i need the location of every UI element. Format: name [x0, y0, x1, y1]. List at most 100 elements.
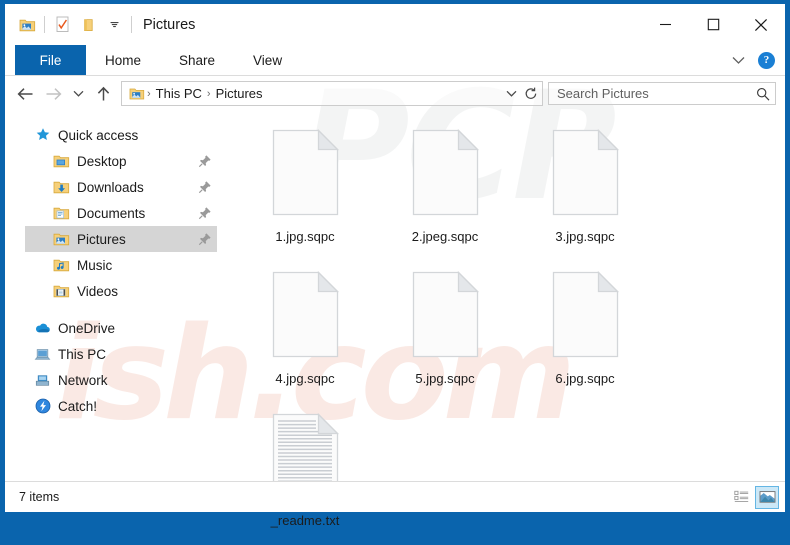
pin-icon[interactable] — [198, 180, 212, 194]
sidebar-item-network[interactable]: Network — [5, 367, 217, 393]
close-button[interactable] — [737, 4, 785, 45]
ribbon-right-controls: ? — [725, 45, 785, 75]
maximize-button[interactable] — [689, 4, 737, 45]
breadcrumb-item-pictures[interactable]: Pictures — [212, 86, 267, 101]
customize-chevron-icon[interactable] — [101, 12, 127, 38]
window-controls — [641, 4, 785, 45]
folder-pictures-icon — [53, 231, 70, 248]
ribbon-tab-bar: File Home Share View ? — [5, 45, 785, 76]
star-icon — [34, 127, 51, 144]
sidebar-item-desktop[interactable]: Desktop — [5, 148, 217, 174]
file-name-label: 2.jpeg.sqpc — [412, 229, 479, 244]
sidebar-item-label: OneDrive — [58, 321, 212, 336]
refresh-icon[interactable] — [521, 83, 540, 104]
tab-view[interactable]: View — [234, 45, 301, 75]
sidebar-item-label: Catch! — [58, 399, 212, 414]
blank-file-icon — [270, 269, 341, 361]
folder-desktop-icon — [53, 153, 70, 170]
blank-file-icon — [550, 269, 621, 361]
file-name-label: 5.jpg.sqpc — [415, 371, 474, 386]
sidebar-item-label: Documents — [77, 206, 194, 221]
tab-share[interactable]: Share — [160, 45, 234, 75]
up-button[interactable] — [89, 80, 117, 108]
tab-file[interactable]: File — [15, 45, 86, 75]
sidebar-item-videos[interactable]: Videos — [5, 278, 217, 304]
details-view-button[interactable] — [729, 486, 753, 509]
qat-separator-2 — [131, 16, 132, 33]
path-dropdown-icon[interactable] — [502, 83, 521, 104]
recent-locations-chevron-icon[interactable] — [67, 80, 89, 108]
blank-file-icon — [550, 127, 621, 219]
file-name-label: 3.jpg.sqpc — [555, 229, 614, 244]
sidebar-item-label: Downloads — [77, 180, 194, 195]
file-name-label: 4.jpg.sqpc — [275, 371, 334, 386]
sidebar-item-label: Music — [77, 258, 212, 273]
file-item[interactable]: _readme.txt — [235, 403, 375, 545]
catch-icon — [34, 398, 51, 415]
folder-music-icon — [53, 257, 70, 274]
file-item[interactable]: 5.jpg.sqpc — [375, 261, 515, 403]
breadcrumb-bar[interactable]: › This PC › Pictures — [121, 81, 543, 106]
sidebar-item-label: Network — [58, 373, 212, 388]
file-name-label: 1.jpg.sqpc — [275, 229, 334, 244]
breadcrumb: › This PC › Pictures — [146, 86, 502, 101]
pin-icon[interactable] — [198, 232, 212, 246]
sidebar-item-onedrive[interactable]: OneDrive — [5, 315, 217, 341]
file-name-label: 6.jpg.sqpc — [555, 371, 614, 386]
sidebar-item-label: This PC — [58, 347, 212, 362]
network-icon — [34, 372, 51, 389]
properties-icon[interactable] — [49, 12, 75, 38]
status-bar: 7 items — [5, 481, 785, 512]
blank-file-icon — [410, 269, 481, 361]
file-item[interactable]: 4.jpg.sqpc — [235, 261, 375, 403]
search-icon[interactable] — [756, 87, 770, 101]
blank-file-icon — [410, 127, 481, 219]
sidebar-item-label: Pictures — [77, 232, 194, 247]
blank-file-icon — [270, 127, 341, 219]
help-icon[interactable]: ? — [758, 52, 775, 69]
large-icons-view-button[interactable] — [755, 486, 779, 509]
sidebar-item-music[interactable]: Music — [5, 252, 217, 278]
nav-group-gap — [5, 304, 217, 315]
onedrive-icon — [34, 320, 51, 337]
file-name-label: _readme.txt — [271, 513, 340, 528]
file-item[interactable]: 6.jpg.sqpc — [515, 261, 655, 403]
sidebar-group-quick-access[interactable]: Quick access — [5, 122, 217, 148]
file-item[interactable]: 1.jpg.sqpc — [235, 119, 375, 261]
folder-videos-icon — [53, 283, 70, 300]
forward-button — [39, 80, 67, 108]
window-title: Pictures — [143, 17, 195, 33]
search-box[interactable] — [548, 82, 776, 105]
navigation-pane: Quick access Desktop Downloads Documents Pic… — [5, 111, 217, 481]
this-pc-icon — [34, 346, 51, 363]
sidebar-item-downloads[interactable]: Downloads — [5, 174, 217, 200]
pictures-folder-icon[interactable] — [14, 12, 40, 38]
title-bar: Pictures — [5, 4, 785, 45]
chevron-down-icon[interactable] — [725, 49, 751, 71]
explorer-body: Quick access Desktop Downloads Documents Pic… — [5, 111, 785, 481]
pin-icon[interactable] — [198, 154, 212, 168]
pin-icon[interactable] — [198, 206, 212, 220]
sidebar-group-label: Quick access — [58, 128, 212, 143]
sidebar-item-catch[interactable]: Catch! — [5, 393, 217, 419]
item-count-label: 7 items — [19, 490, 59, 504]
file-item[interactable]: 3.jpg.sqpc — [515, 119, 655, 261]
breadcrumb-folder-icon — [127, 83, 146, 104]
file-list-area[interactable]: 1.jpg.sqpc 2.jpeg.sqpc 3.jpg.sqpc 4.jpg.sqp… — [217, 111, 785, 481]
folder-documents-icon — [53, 205, 70, 222]
tab-home[interactable]: Home — [86, 45, 160, 75]
sidebar-item-pictures[interactable]: Pictures — [25, 226, 217, 252]
file-item[interactable]: 2.jpeg.sqpc — [375, 119, 515, 261]
sidebar-item-label: Desktop — [77, 154, 194, 169]
search-input[interactable] — [557, 86, 756, 101]
sidebar-item-documents[interactable]: Documents — [5, 200, 217, 226]
address-bar: › This PC › Pictures — [5, 76, 785, 111]
minimize-button[interactable] — [641, 4, 689, 45]
back-button[interactable] — [11, 80, 39, 108]
sidebar-item-this-pc[interactable]: This PC — [5, 341, 217, 367]
sidebar-item-label: Videos — [77, 284, 212, 299]
folder-downloads-icon — [53, 179, 70, 196]
view-toggle-group — [729, 486, 779, 509]
new-folder-icon[interactable] — [75, 12, 101, 38]
breadcrumb-item-this-pc[interactable]: This PC — [152, 86, 206, 101]
